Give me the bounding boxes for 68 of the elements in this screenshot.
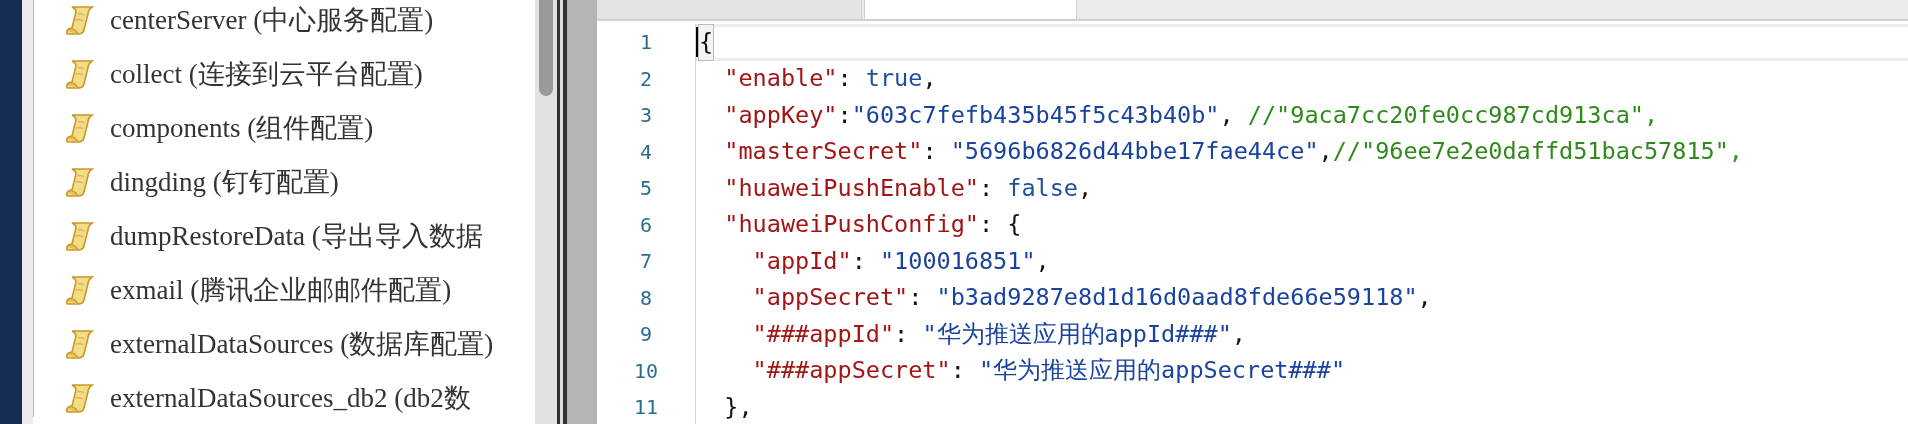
json-key: "masterSecret" [696, 134, 923, 170]
json-punctuation: , [1417, 282, 1432, 314]
config-list-item[interactable]: centerServer (中心服务配置) [64, 0, 535, 47]
line-number: 6 [639, 211, 652, 239]
json-string: "5696b6826d44bbe17fae44ce" [950, 136, 1319, 168]
config-list-item[interactable]: dumpRestoreData (导出导入数据 [64, 209, 535, 263]
json-string: "华为推送应用的appId###" [922, 318, 1232, 350]
config-list-item[interactable]: collect (连接到云平台配置) [64, 47, 535, 101]
line-number: 1 [639, 29, 652, 57]
json-literal: true [865, 63, 923, 95]
line-number: 11 [633, 394, 659, 422]
json-punctuation: , [1078, 172, 1093, 204]
code-comment: //"9aca7cc20fe0cc987cd913ca", [1247, 99, 1659, 131]
json-punctuation: , [1231, 318, 1246, 350]
json-key: "###appId" [696, 316, 895, 352]
editor-tab[interactable] [864, 0, 1077, 19]
json-punctuation: }, [723, 391, 753, 423]
line-number: 5 [639, 175, 652, 203]
line-number: 4 [639, 138, 652, 166]
scrollbar-thumb[interactable] [539, 0, 553, 96]
json-key: "appSecret" [696, 280, 909, 316]
json-string: "100016851" [879, 245, 1036, 277]
scroll-icon [64, 328, 96, 360]
config-list-item[interactable]: components (组件配置) [64, 101, 535, 155]
config-list-item[interactable]: exmail (腾讯企业邮邮件配置) [64, 263, 535, 317]
json-string: "华为推送应用的appSecret###" [978, 355, 1346, 387]
scroll-icon [64, 382, 96, 414]
scroll-icon [64, 274, 96, 306]
json-string: "b3ad9287e8d1d16d0aad8fde66e59118" [936, 282, 1418, 314]
config-list-item[interactable]: externalDataSources_db2 (db2数 [64, 371, 535, 424]
json-key: "appKey" [696, 97, 838, 133]
json-punctuation: : [950, 355, 966, 387]
scroll-icon [64, 166, 96, 198]
json-punctuation: : [894, 318, 910, 350]
line-number: 7 [639, 248, 652, 276]
json-key: "huaweiPushEnable" [696, 170, 979, 206]
config-list-item[interactable]: externalDataSources (数据库配置) [64, 317, 535, 371]
json-key: "huaweiPushConfig" [696, 207, 979, 243]
json-bracket: { [699, 24, 714, 60]
json-punctuation: : [978, 172, 995, 204]
json-punctuation: , [1035, 245, 1050, 277]
json-punctuation: : { [978, 209, 1022, 241]
scroll-icon [64, 220, 96, 252]
line-number: 2 [639, 65, 652, 93]
json-string: "603c7fefb435b45f5c43b40b" [851, 99, 1220, 131]
json-key: "###appSecret" [696, 353, 951, 389]
json-key: "appId" [696, 243, 852, 279]
json-punctuation: , [922, 63, 937, 95]
line-number: 8 [639, 284, 652, 312]
line-number: 9 [639, 321, 652, 349]
scroll-icon [64, 112, 96, 144]
json-literal: false [1007, 172, 1078, 204]
editor-tab[interactable] [597, 0, 862, 19]
scroll-icon [64, 58, 96, 90]
scroll-icon [64, 4, 96, 36]
json-punctuation: , [1318, 136, 1333, 168]
json-punctuation: : [851, 245, 867, 277]
json-punctuation: : [837, 99, 852, 131]
json-punctuation: : [837, 63, 853, 95]
config-list-item[interactable]: dingding (钉钉配置) [64, 155, 535, 209]
code-comment: //"96ee7e2e0daffd51bac57815", [1332, 136, 1743, 168]
line-number: 3 [639, 102, 652, 130]
line-number: 10 [633, 357, 659, 385]
json-key: "enable" [696, 61, 838, 97]
json-punctuation: , [1219, 99, 1235, 131]
json-punctuation: : [908, 282, 924, 314]
json-punctuation: : [922, 136, 938, 168]
splitter-bar[interactable] [567, 0, 597, 424]
